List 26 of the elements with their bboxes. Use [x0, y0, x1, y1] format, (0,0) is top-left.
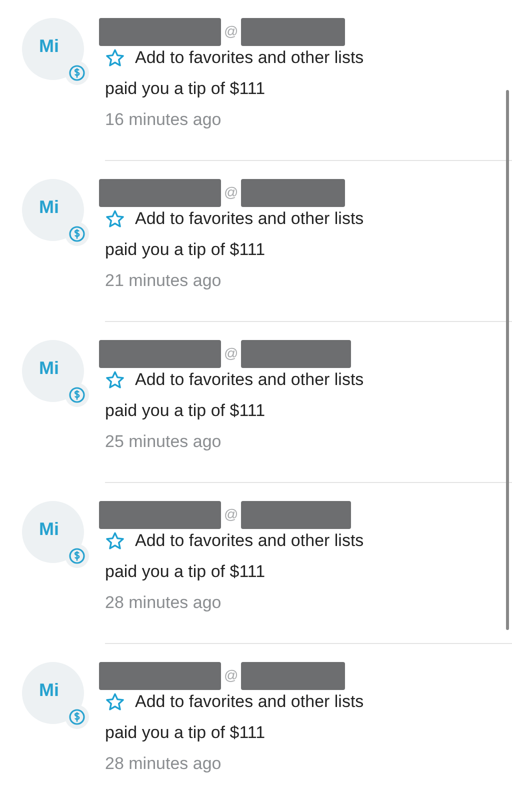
- timestamp: 21 minutes ago: [105, 270, 222, 292]
- at-sign: @: [224, 667, 238, 683]
- tip-message: paid you a tip of $111: [105, 400, 266, 422]
- at-sign: @: [224, 184, 238, 200]
- timestamp: 28 minutes ago: [105, 592, 222, 614]
- scrollbar[interactable]: [506, 90, 509, 630]
- dollar-coin-icon: [64, 382, 90, 408]
- at-sign: @: [224, 23, 238, 39]
- dollar-coin-icon: [64, 704, 90, 730]
- add-to-favorites-button[interactable]: Add to favorites and other lists: [105, 368, 364, 392]
- add-to-favorites-button[interactable]: Add to favorites and other lists: [105, 529, 364, 553]
- dollar-coin-icon: [64, 221, 90, 247]
- dollar-coin-icon: [64, 543, 90, 569]
- at-sign: @: [224, 345, 238, 361]
- add-to-favorites-button[interactable]: Add to favorites and other lists: [105, 690, 364, 714]
- tip-message: paid you a tip of $111: [105, 78, 266, 100]
- add-to-favorites-button[interactable]: Add to favorites and other lists: [105, 46, 364, 70]
- timestamp: 16 minutes ago: [105, 109, 222, 131]
- timestamp: 28 minutes ago: [105, 753, 222, 775]
- tip-message: paid you a tip of $111: [105, 239, 266, 261]
- tip-message: paid you a tip of $111: [105, 561, 266, 583]
- at-sign: @: [224, 506, 238, 522]
- dollar-coin-icon: [64, 60, 90, 86]
- tip-message: paid you a tip of $111: [105, 722, 266, 744]
- timestamp: 25 minutes ago: [105, 431, 222, 453]
- add-to-favorites-button[interactable]: Add to favorites and other lists: [105, 207, 364, 231]
